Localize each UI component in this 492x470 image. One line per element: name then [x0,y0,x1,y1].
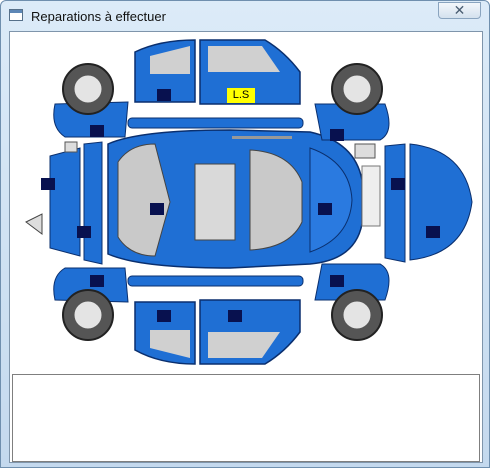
title-bar[interactable]: Reparations à effectuer ✕ [1,1,489,31]
application-window: Reparations à effectuer ✕ L.S [0,0,490,468]
top-doors [127,39,304,129]
window-title: Reparations à effectuer [31,9,166,24]
window-icon [9,9,23,21]
damage-marker[interactable] [90,125,104,137]
damage-marker[interactable] [426,226,440,238]
repair-notes-textbox[interactable] [12,374,480,462]
car-exploded-view [25,39,473,365]
bottom-doors [127,275,304,365]
damage-marker[interactable] [77,226,91,238]
damage-marker[interactable] [391,178,405,190]
client-area: L.S [9,31,483,463]
damage-marker[interactable] [318,203,332,215]
part-label-tag[interactable]: L.S [227,88,255,103]
damage-marker[interactable] [330,275,344,287]
damage-marker[interactable] [330,129,344,141]
car-body [107,129,363,269]
damage-marker[interactable] [228,310,242,322]
damage-marker[interactable] [41,178,55,190]
damage-marker[interactable] [150,203,164,215]
car-damage-diagram[interactable]: L.S [10,32,482,374]
close-button[interactable]: ✕ [438,2,481,19]
damage-marker[interactable] [157,310,171,322]
damage-marker[interactable] [157,89,171,101]
damage-marker[interactable] [90,275,104,287]
